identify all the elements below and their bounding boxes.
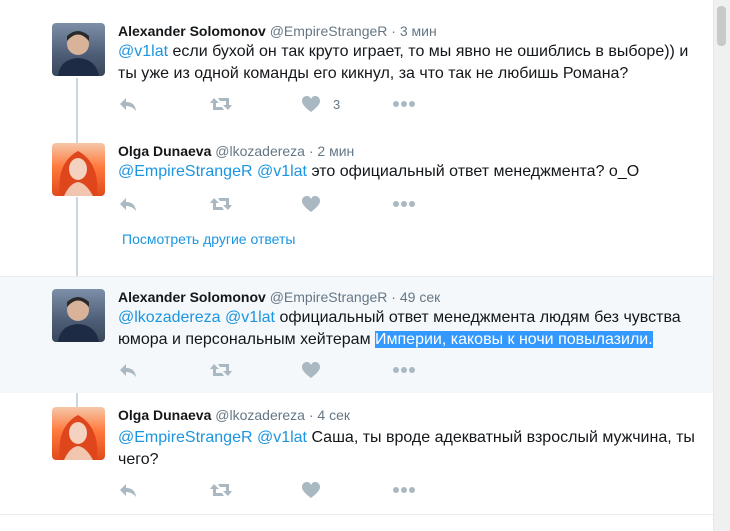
separator-dot: · [308, 407, 314, 423]
more-icon[interactable] [392, 95, 416, 115]
scrollbar-thumb[interactable] [717, 6, 726, 46]
timestamp[interactable]: 3 мин [400, 23, 437, 39]
tweet[interactable]: Olga Dunaeva @lkozadereza · 4 сек @Empir… [0, 393, 713, 513]
separator-dot: · [391, 289, 396, 305]
timestamp[interactable]: 4 сек [317, 407, 350, 423]
avatar[interactable] [52, 289, 105, 342]
mention-link[interactable]: @v1lat [118, 43, 168, 60]
tweet[interactable]: Alexander Solomonov @EmpireStrangeR · 49… [0, 277, 713, 393]
more-icon[interactable] [392, 195, 416, 215]
tweet[interactable]: Olga Dunaeva @lkozadereza · 2 мин @Empir… [0, 128, 713, 276]
like-icon[interactable] [301, 481, 325, 501]
tweet-body: если бухой он так круто играет, то мы яв… [118, 43, 689, 82]
tweet-header: Alexander Solomonov @EmpireStrangeR · 49… [118, 289, 440, 305]
avatar[interactable] [52, 407, 105, 460]
tweet[interactable]: Alexander Solomonov @EmpireStrangeR · 3 … [0, 0, 713, 128]
conversation-frame: Alexander Solomonov @EmpireStrangeR · 3 … [0, 0, 714, 531]
avatar-image [58, 297, 99, 342]
author-handle[interactable]: @EmpireStrangeR [270, 23, 388, 39]
separator-dot: · [308, 143, 314, 159]
like-icon[interactable] [301, 95, 325, 115]
reply-icon[interactable] [118, 361, 142, 381]
like-count: 3 [333, 97, 341, 112]
like-icon[interactable] [301, 195, 325, 215]
tweet-text: @v1lat если бухой он так круто играет, т… [118, 41, 698, 85]
retweet-icon[interactable] [209, 481, 233, 501]
tweet-body: это официальный ответ менеджмента? о_О [307, 163, 640, 180]
avatar[interactable] [52, 23, 105, 76]
retweet-icon[interactable] [209, 195, 233, 215]
author-handle[interactable]: @lkozadereza [215, 407, 305, 423]
tweet-text: @EmpireStrangeR @v1lat Саша, ты вроде ад… [118, 427, 698, 471]
scrollbar[interactable] [714, 0, 730, 531]
mention-link[interactable]: @EmpireStrangeR @v1lat [118, 429, 307, 446]
author-name[interactable]: Alexander Solomonov [118, 289, 266, 305]
mention-link[interactable]: @lkozadereza @v1lat [118, 309, 275, 326]
reply-icon[interactable] [118, 95, 142, 115]
like-icon[interactable] [301, 361, 325, 381]
more-icon[interactable] [392, 481, 416, 501]
reply-icon[interactable] [118, 481, 142, 501]
author-handle[interactable]: @lkozadereza [215, 143, 305, 159]
avatar[interactable] [52, 143, 105, 196]
tweet-text: @EmpireStrangeR @v1lat это официальный о… [118, 161, 698, 183]
show-more-replies-link[interactable]: Посмотреть другие ответы [122, 231, 295, 247]
avatar-image [59, 415, 98, 460]
selected-text: Империи, каковы к ночи повылазили. [375, 331, 653, 348]
avatar-image [58, 31, 99, 76]
timestamp[interactable]: 2 мин [317, 143, 354, 159]
reply-icon[interactable] [118, 195, 142, 215]
author-name[interactable]: Alexander Solomonov [118, 23, 266, 39]
author-name[interactable]: Olga Dunaeva [118, 143, 211, 159]
more-icon[interactable] [392, 361, 416, 381]
avatar-image [59, 151, 98, 196]
mention-link[interactable]: @EmpireStrangeR @v1lat [118, 163, 307, 180]
divider [0, 514, 713, 515]
retweet-icon[interactable] [209, 95, 233, 115]
tweet-header: Alexander Solomonov @EmpireStrangeR · 3 … [118, 23, 437, 39]
tweet-header: Olga Dunaeva @lkozadereza · 4 сек [118, 407, 350, 423]
timestamp[interactable]: 49 сек [400, 289, 440, 305]
tweet-text: @lkozadereza @v1lat официальный ответ ме… [118, 307, 698, 351]
tweet-header: Olga Dunaeva @lkozadereza · 2 мин [118, 143, 354, 159]
author-handle[interactable]: @EmpireStrangeR [270, 289, 388, 305]
author-name[interactable]: Olga Dunaeva [118, 407, 211, 423]
retweet-icon[interactable] [209, 361, 233, 381]
separator-dot: · [391, 23, 396, 39]
